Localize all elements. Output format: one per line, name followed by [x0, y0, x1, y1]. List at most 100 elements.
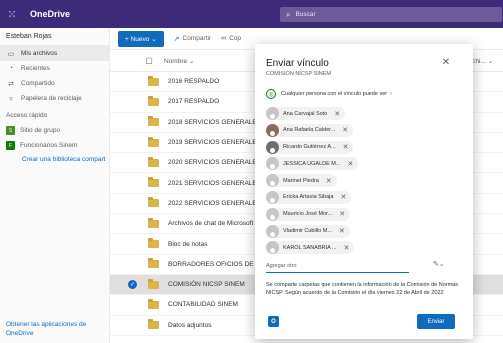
add-recipient-input[interactable]: Agregar otro [266, 259, 409, 273]
quick-access-header: Acceso rápido [6, 112, 48, 119]
create-library-link[interactable]: Crear una biblioteca compart [0, 153, 109, 167]
file-name[interactable]: CONTABILIDAD SINEM [168, 301, 238, 308]
folder-icon [148, 136, 159, 147]
file-name[interactable]: Bloc de notas [168, 241, 207, 248]
user-name: Esteban Rojas [0, 28, 109, 46]
file-name[interactable]: 2019 SERVICIOS GENERALES [168, 139, 261, 146]
nav-item-shared[interactable]: ⇄ Compartido [0, 76, 109, 91]
remove-recipient-icon[interactable]: ✕ [326, 177, 332, 185]
remove-recipient-icon[interactable]: ✕ [339, 210, 345, 218]
file-name[interactable]: 2018 SERVICIOS GENERALES [168, 119, 261, 126]
recipient-chip[interactable]: Ana Rafaela Calder... ✕ [266, 123, 354, 137]
share-message[interactable]: Se comparte carpetas que contienen la in… [266, 282, 460, 297]
app-launcher-icon[interactable]: ⁙ [0, 0, 24, 28]
share-icon: ↗ [173, 35, 180, 43]
column-header-right[interactable]: rchi... ⌄ [470, 57, 493, 65]
folder-icon [148, 298, 159, 309]
nav-item-site-group[interactable]: S Sitio de grupo [0, 123, 109, 138]
person-icon [270, 181, 275, 187]
avatar [266, 140, 279, 154]
recipient-pill: JESSICA UGALDE M... ✕ [266, 157, 466, 171]
recipient-name: Ana Carvajal Soto [283, 110, 328, 117]
person-icon [270, 197, 275, 203]
search-placeholder: Buscar [295, 11, 316, 18]
nav-item-site-funcionarios[interactable]: F Funcionarios Sinem [0, 138, 109, 153]
recipient-name: Marinet Piedra [283, 177, 319, 184]
recipient-chip[interactable]: Ericka Artavia Sibaja ✕ [266, 190, 352, 204]
site-icon: S [6, 126, 15, 135]
copy-link-command[interactable]: ∞ Cop [221, 35, 241, 42]
recipient-pill: Ericka Artavia Sibaja ✕ [266, 190, 466, 204]
share-command[interactable]: ↗ Compartir [174, 35, 211, 43]
recipient-chip[interactable]: Vladimir Cubillo M... ✕ [266, 224, 350, 238]
nav-item-my-files[interactable]: ▭ Mis archivos [0, 46, 109, 61]
outlook-icon[interactable]: O [268, 316, 279, 327]
avatar [266, 157, 279, 171]
folder-icon [148, 319, 159, 330]
person-icon [270, 130, 275, 136]
file-name[interactable]: COMISIÓN NICSP SINEM [168, 281, 245, 288]
recipient-chip[interactable]: Ricardo Gutiérrez A... ✕ [266, 140, 354, 154]
file-name[interactable]: Archivos de chat de Microsoft Te [168, 220, 262, 227]
link-permission-setting[interactable]: ◎ Cualquier persona con el vínculo puede… [266, 89, 392, 99]
clock-icon: ◔ [8, 65, 14, 72]
nav-item-label: Mis archivos [21, 50, 58, 57]
avatar [266, 174, 279, 188]
get-apps-link[interactable]: Obtener las aplicaciones de OneDrive [6, 320, 106, 338]
recipient-chip[interactable]: KAROL SANABRIA ... ✕ [266, 241, 355, 255]
avatar [266, 207, 279, 221]
avatar [266, 107, 279, 120]
recipient-pill: Vladimir Cubillo M... ✕ [266, 224, 466, 238]
recipient-chip[interactable]: Ana Carvajal Soto ✕ [266, 107, 346, 120]
edit-pencil-icon[interactable]: ✎⌄ [433, 260, 445, 268]
link-icon: ∞ [221, 35, 227, 42]
file-type-icon: ▢ [145, 56, 153, 65]
person-icon [270, 214, 275, 220]
recipient-name: Ana Rafaela Calder... [283, 127, 336, 134]
left-navigation: Esteban Rojas ▭ Mis archivos ◔ Recientes… [0, 28, 110, 343]
remove-recipient-icon[interactable]: ✕ [339, 227, 345, 235]
trash-icon: ▿ [9, 95, 13, 103]
remove-recipient-icon[interactable]: ✕ [340, 193, 346, 201]
file-name[interactable]: 2020 SERVICIOS GENERALES [168, 159, 261, 166]
recipient-name: Mauricio José Mor... [283, 211, 333, 218]
avatar [266, 190, 279, 204]
site-icon: F [6, 141, 15, 150]
nav-item-label: Recientes [21, 65, 50, 72]
remove-recipient-icon[interactable]: ✕ [347, 160, 353, 168]
nav-item-label: Sitio de grupo [20, 127, 61, 134]
remove-recipient-icon[interactable]: ✕ [344, 244, 350, 252]
new-button[interactable]: + Nuevo ⌄ [118, 30, 164, 47]
nav-item-recent[interactable]: ◔ Recientes [0, 61, 109, 76]
recipient-chip[interactable]: Mauricio José Mor... ✕ [266, 207, 351, 221]
person-icon [270, 248, 275, 254]
share-icon: ⇄ [8, 80, 14, 88]
folder-icon [148, 75, 159, 86]
app-title[interactable]: OneDrive [30, 9, 70, 19]
checkmark-icon[interactable]: ✓ [128, 280, 137, 290]
search-icon: ⌕ [286, 9, 291, 19]
file-name[interactable]: 2021 SERVICIOS GENERALES [168, 180, 261, 187]
file-name[interactable]: 2016 RESPALDO [168, 78, 219, 85]
file-name[interactable]: 2022 SERVICIOS GENERALES [168, 200, 261, 207]
remove-recipient-icon[interactable]: ✕ [342, 126, 348, 134]
command-label: Compartir [182, 35, 212, 42]
dialog-title: Enviar vínculo [266, 58, 329, 69]
person-icon [270, 147, 275, 153]
send-button[interactable]: Enviar [417, 314, 455, 329]
nav-item-recycle-bin[interactable]: ▿ Papelera de reciclaje [0, 91, 109, 106]
folder-icon [148, 197, 159, 208]
file-name[interactable]: 2017 RESPALDO [168, 98, 219, 105]
folder-icon [148, 177, 159, 188]
name-column-header[interactable]: Nombre ⌄ [164, 57, 194, 65]
recipient-chip[interactable]: Marinet Piedra ✕ [266, 174, 337, 188]
recipient-chip[interactable]: JESSICA UGALDE M... ✕ [266, 157, 359, 171]
file-name[interactable]: Datos adjuntos [168, 322, 211, 329]
remove-recipient-icon[interactable]: ✕ [334, 110, 340, 118]
recipient-name: Vladimir Cubillo M... [283, 228, 332, 235]
nav-item-label: Funcionarios Sinem [20, 142, 78, 149]
remove-recipient-icon[interactable]: ✕ [343, 143, 349, 151]
search-box[interactable]: ⌕ Buscar [280, 7, 502, 22]
close-icon[interactable]: ✕ [439, 56, 453, 70]
recipient-pill: Marinet Piedra ✕ [266, 174, 466, 188]
